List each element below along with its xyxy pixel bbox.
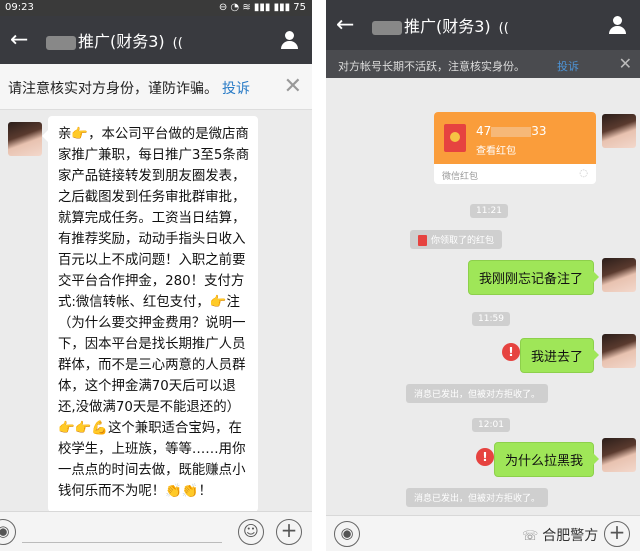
input-bar: ◉ ☺ + (0, 511, 312, 551)
self-avatar[interactable] (602, 334, 636, 368)
incoming-message: 亲👉，本公司平台做的是微店商家推广兼职，每日推广3至5条商家产品链接转发到朋友圈… (42, 116, 258, 512)
self-avatar[interactable] (602, 438, 636, 472)
message-input[interactable] (22, 542, 222, 543)
watermark-icon: ☏ (522, 529, 539, 544)
red-packet-footer: 微信红包 (442, 172, 479, 182)
timestamp: 11:21 (470, 204, 508, 218)
self-avatar[interactable] (602, 258, 636, 292)
outgoing-message: 为什么拉黑我 (493, 442, 600, 477)
back-arrow-icon[interactable]: ← (336, 13, 354, 38)
watermark: ☏ 合肥警方 (522, 528, 599, 544)
contact-avatar[interactable] (8, 122, 42, 156)
self-avatar[interactable] (602, 114, 636, 148)
inactive-account-notice: 对方帐号长期不活跃，注意核实身份。 投诉 ✕ (326, 50, 640, 78)
status-indicators: ⊖ ◔ ≋ ▮▮▮ ▮▮▮ 75 (218, 2, 306, 13)
failed-send-icon[interactable]: ! (502, 343, 520, 361)
red-packet-icon (418, 235, 427, 246)
chat-header: ← 推广(财务3) (( (0, 16, 312, 64)
plus-icon[interactable]: + (604, 521, 630, 547)
outgoing-message: 我进去了 (519, 338, 600, 373)
outgoing-message: 我刚刚忘记备注了 (467, 260, 600, 295)
left-screenshot: 09:23 ⊖ ◔ ≋ ▮▮▮ ▮▮▮ 75 ← 推广(财务3) (( 请注意核实… (0, 0, 312, 551)
timestamp: 12:01 (472, 418, 510, 432)
earpiece-icon: (( (498, 21, 509, 36)
chat-header: ← 推广(财务3) (( (326, 0, 640, 50)
plus-icon[interactable]: + (276, 519, 302, 545)
blurred-name (372, 20, 402, 35)
profile-icon[interactable] (281, 31, 298, 49)
chat-title-text: 推广(财务3) (404, 17, 491, 36)
system-message: 你领取了的红包 (410, 230, 503, 249)
chat-title-text: 推广(财务3) (78, 32, 165, 51)
voice-icon[interactable]: ◉ (0, 519, 16, 545)
emoji-icon[interactable]: ☺ (238, 519, 264, 545)
rejected-notice: 消息已发出，但被对方拒收了。 (406, 384, 549, 403)
rejected-notice: 消息已发出，但被对方拒收了。 (406, 488, 549, 507)
timestamp: 11:59 (472, 312, 510, 326)
right-screenshot: ← 推广(财务3) (( 对方帐号长期不活跃，注意核实身份。 投诉 ✕ 47 33 查… (326, 0, 640, 551)
red-packet-message[interactable]: 47 33 查看红包 微信红包 ◌ (434, 112, 596, 184)
chat-title: 推广(财务3) (( (372, 13, 509, 37)
back-arrow-icon[interactable]: ← (10, 28, 28, 53)
report-link[interactable]: 投诉 (557, 60, 579, 73)
fraud-warning-bar: 请注意核实对方身份，谨防诈骗。 投诉 ✕ (0, 64, 312, 110)
status-time: 09:23 (5, 2, 34, 13)
earpiece-icon: (( (172, 36, 183, 51)
report-link[interactable]: 投诉 (222, 81, 250, 97)
blurred-name (46, 35, 76, 50)
red-packet-mark-icon: ◌ (579, 168, 588, 179)
warning-text: 请注意核实对方身份，谨防诈骗。 投诉 (8, 81, 250, 97)
failed-send-icon[interactable]: ! (476, 448, 494, 466)
red-envelope-icon (444, 124, 466, 152)
chat-title: 推广(财务3) (( (46, 28, 183, 52)
voice-icon[interactable]: ◉ (334, 521, 360, 547)
red-packet-status: 查看红包 (476, 146, 516, 157)
notice-text: 对方帐号长期不活跃，注意核实身份。 投诉 (338, 60, 579, 73)
red-packet-amount: 47 33 (476, 124, 547, 138)
status-bar: 09:23 ⊖ ◔ ≋ ▮▮▮ ▮▮▮ 75 (0, 0, 312, 16)
close-icon[interactable]: ✕ (619, 54, 632, 73)
input-bar: ◉ ☏ 合肥警方 + (326, 515, 640, 551)
close-icon[interactable]: ✕ (284, 74, 302, 99)
profile-icon[interactable] (609, 16, 626, 34)
